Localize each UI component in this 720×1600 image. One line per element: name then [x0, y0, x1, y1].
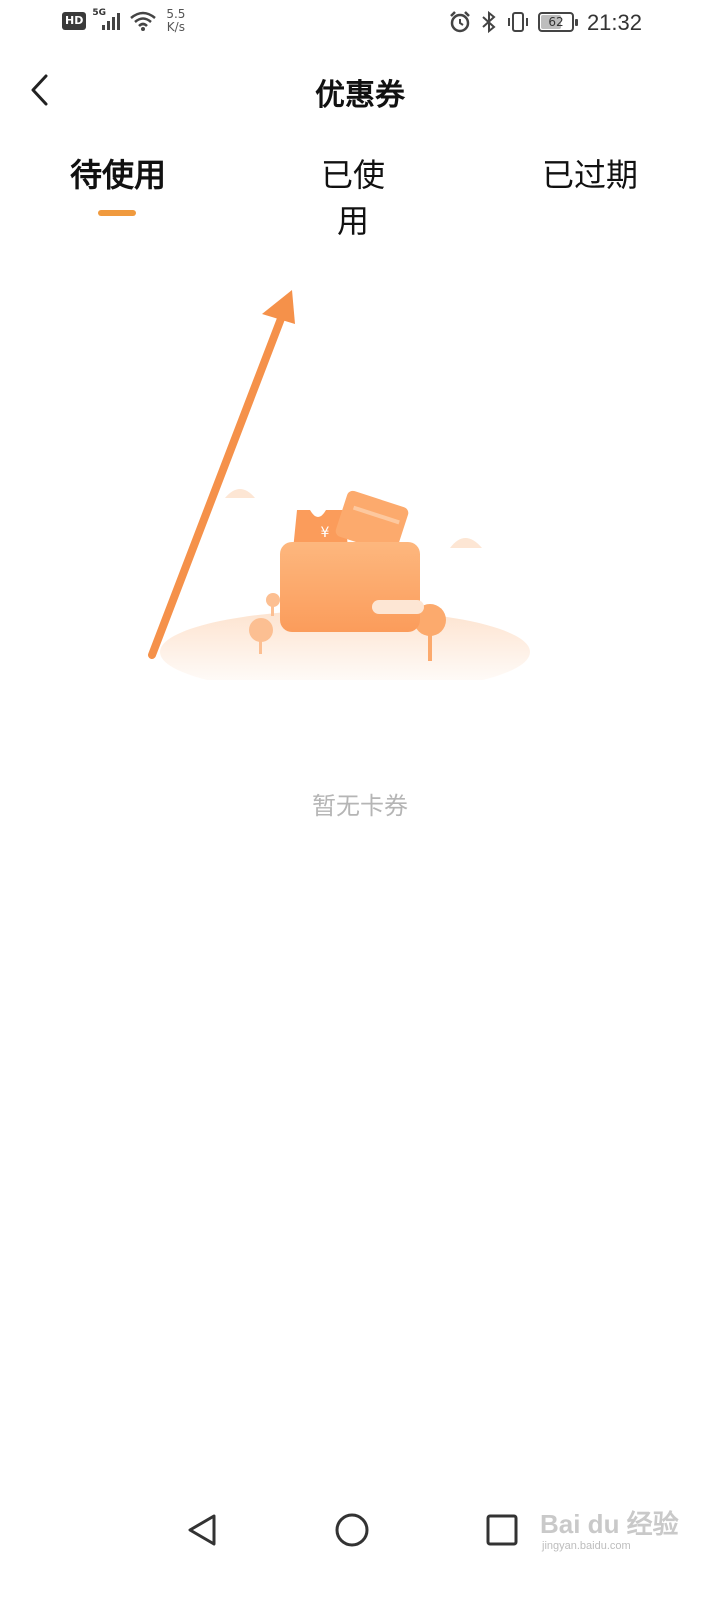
net-speed-value: 5.5	[166, 7, 186, 21]
clock: 21:32	[586, 10, 642, 35]
hd-badge: HD	[62, 12, 87, 30]
tab-unused[interactable]: 待使用	[66, 150, 170, 196]
bluetooth-icon	[480, 10, 498, 34]
network-type: 5G	[92, 8, 106, 18]
battery-icon: 62	[538, 12, 578, 32]
status-bar: HD 5G 5.5 K/s 62 21:32	[0, 0, 720, 48]
nav-home-button[interactable]	[330, 1508, 374, 1552]
status-left: HD 5G 5.5 K/s	[62, 8, 185, 34]
wallet-body	[280, 542, 420, 632]
wifi-icon	[128, 10, 158, 32]
wallet-coupon-illustration: ¥	[148, 290, 530, 680]
cloud-left	[225, 489, 255, 498]
tab-bar: 待使用 已使用 已过期	[0, 150, 720, 240]
battery-level: 62	[548, 15, 564, 29]
signal-icon: 5G	[92, 8, 122, 32]
page-title: 优惠券	[315, 78, 405, 113]
alarm-icon	[448, 10, 472, 34]
net-speed: 5.5 K/s	[166, 8, 185, 34]
status-right: 62	[448, 10, 578, 34]
tab-used[interactable]: 已使用	[306, 150, 400, 242]
back-triangle-icon	[188, 1514, 216, 1546]
home-circle-icon	[335, 1513, 369, 1547]
cloud-right	[450, 538, 482, 548]
vibrate-icon	[506, 10, 530, 34]
watermark-subtext: jingyan.baidu.com	[542, 1540, 631, 1552]
tree-small	[266, 593, 280, 616]
baidu-watermark: Bai du 经验 jingyan.baidu.com	[540, 1500, 690, 1560]
watermark-text: Bai du 经验	[540, 1509, 679, 1539]
tab-expired[interactable]: 已过期	[542, 150, 638, 196]
nav-back-button[interactable]	[180, 1508, 224, 1552]
wallet-clasp	[372, 600, 424, 614]
header: 优惠券	[0, 62, 720, 118]
active-tab-indicator	[98, 210, 136, 216]
net-speed-unit: K/s	[166, 20, 185, 34]
recent-square-icon	[486, 1514, 518, 1546]
currency-symbol: ¥	[321, 525, 330, 541]
nav-recent-button[interactable]	[480, 1508, 524, 1552]
empty-state-text: 暂无卡券	[312, 792, 408, 820]
